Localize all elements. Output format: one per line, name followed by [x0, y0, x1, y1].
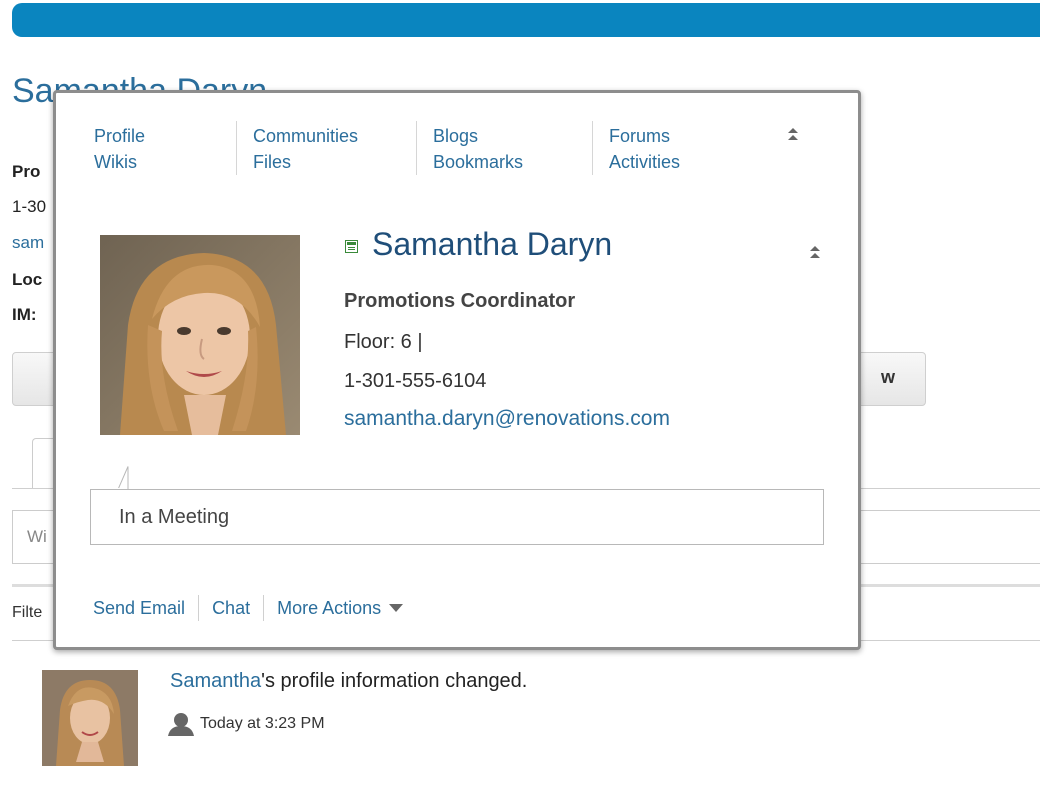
card-nav-bookmarks[interactable]: Bookmarks: [433, 149, 523, 175]
profile-im-fragment: IM:: [12, 305, 37, 324]
collapse-icon[interactable]: [786, 125, 800, 143]
business-card-popup: Profile Wikis Communities Files Blogs Bo…: [53, 90, 861, 650]
background-button-label: w: [880, 367, 895, 387]
card-nav-blogs[interactable]: Blogs: [433, 123, 523, 149]
story-timestamp: Today at 3:23 PM: [200, 715, 325, 733]
story-user-link[interactable]: Samantha: [170, 670, 261, 692]
profile-title-fragment: Pro: [12, 162, 41, 181]
card-nav-wikis[interactable]: Wikis: [94, 149, 145, 175]
status-message-box: In a Meeting: [90, 489, 824, 545]
profile-location-fragment: Loc: [12, 270, 43, 289]
card-nav-files[interactable]: Files: [253, 149, 358, 175]
card-actions: Send Email Chat More Actions: [93, 595, 404, 621]
action-divider: [198, 595, 200, 621]
card-email-link[interactable]: samantha.daryn@renovations.com: [344, 407, 670, 431]
nav-divider: [592, 121, 593, 175]
card-nav-column-1: Profile Wikis: [94, 123, 145, 175]
presence-icon: [345, 240, 358, 253]
story-meta: Today at 3:23 PM: [168, 712, 325, 736]
card-nav-column-4: Forums Activities: [609, 123, 680, 175]
story-avatar-image: [42, 670, 138, 766]
status-message: In a Meeting: [119, 506, 230, 528]
card-job-title: Promotions Coordinator: [344, 290, 576, 312]
person-icon: [168, 713, 194, 736]
card-person-name[interactable]: Samantha Daryn: [372, 226, 612, 263]
card-nav-activities[interactable]: Activities: [609, 149, 680, 175]
card-nav-column-2: Communities Files: [253, 123, 358, 175]
card-phone: 1-301-555-6104: [344, 370, 487, 392]
profile-phone-fragment: 1-30: [12, 197, 47, 216]
chat-link[interactable]: Chat: [212, 598, 250, 619]
status-bubble-tail: [90, 466, 129, 490]
story-text: Samantha's profile information changed.: [170, 670, 527, 693]
profile-email-fragment[interactable]: sam: [12, 233, 44, 253]
send-email-link[interactable]: Send Email: [93, 598, 185, 619]
profile-photo: [100, 235, 300, 435]
nav-divider: [416, 121, 417, 175]
card-nav-communities[interactable]: Communities: [253, 123, 358, 149]
story-message: 's profile information changed.: [261, 670, 528, 692]
filter-label[interactable]: Filte: [12, 604, 42, 622]
more-actions-link[interactable]: More Actions: [277, 598, 381, 619]
profile-photo-image: [100, 235, 300, 435]
collapse-icon[interactable]: [808, 243, 822, 261]
card-floor: Floor: 6 |: [344, 331, 423, 353]
top-banner: [12, 3, 1040, 37]
card-nav-profile[interactable]: Profile: [94, 123, 145, 149]
nav-divider: [236, 121, 237, 175]
action-divider: [263, 595, 265, 621]
card-nav-forums[interactable]: Forums: [609, 123, 680, 149]
status-update-placeholder: Wi: [27, 527, 47, 546]
card-nav-column-3: Blogs Bookmarks: [433, 123, 523, 175]
chevron-down-icon[interactable]: [389, 604, 404, 612]
story-avatar[interactable]: [42, 670, 138, 766]
